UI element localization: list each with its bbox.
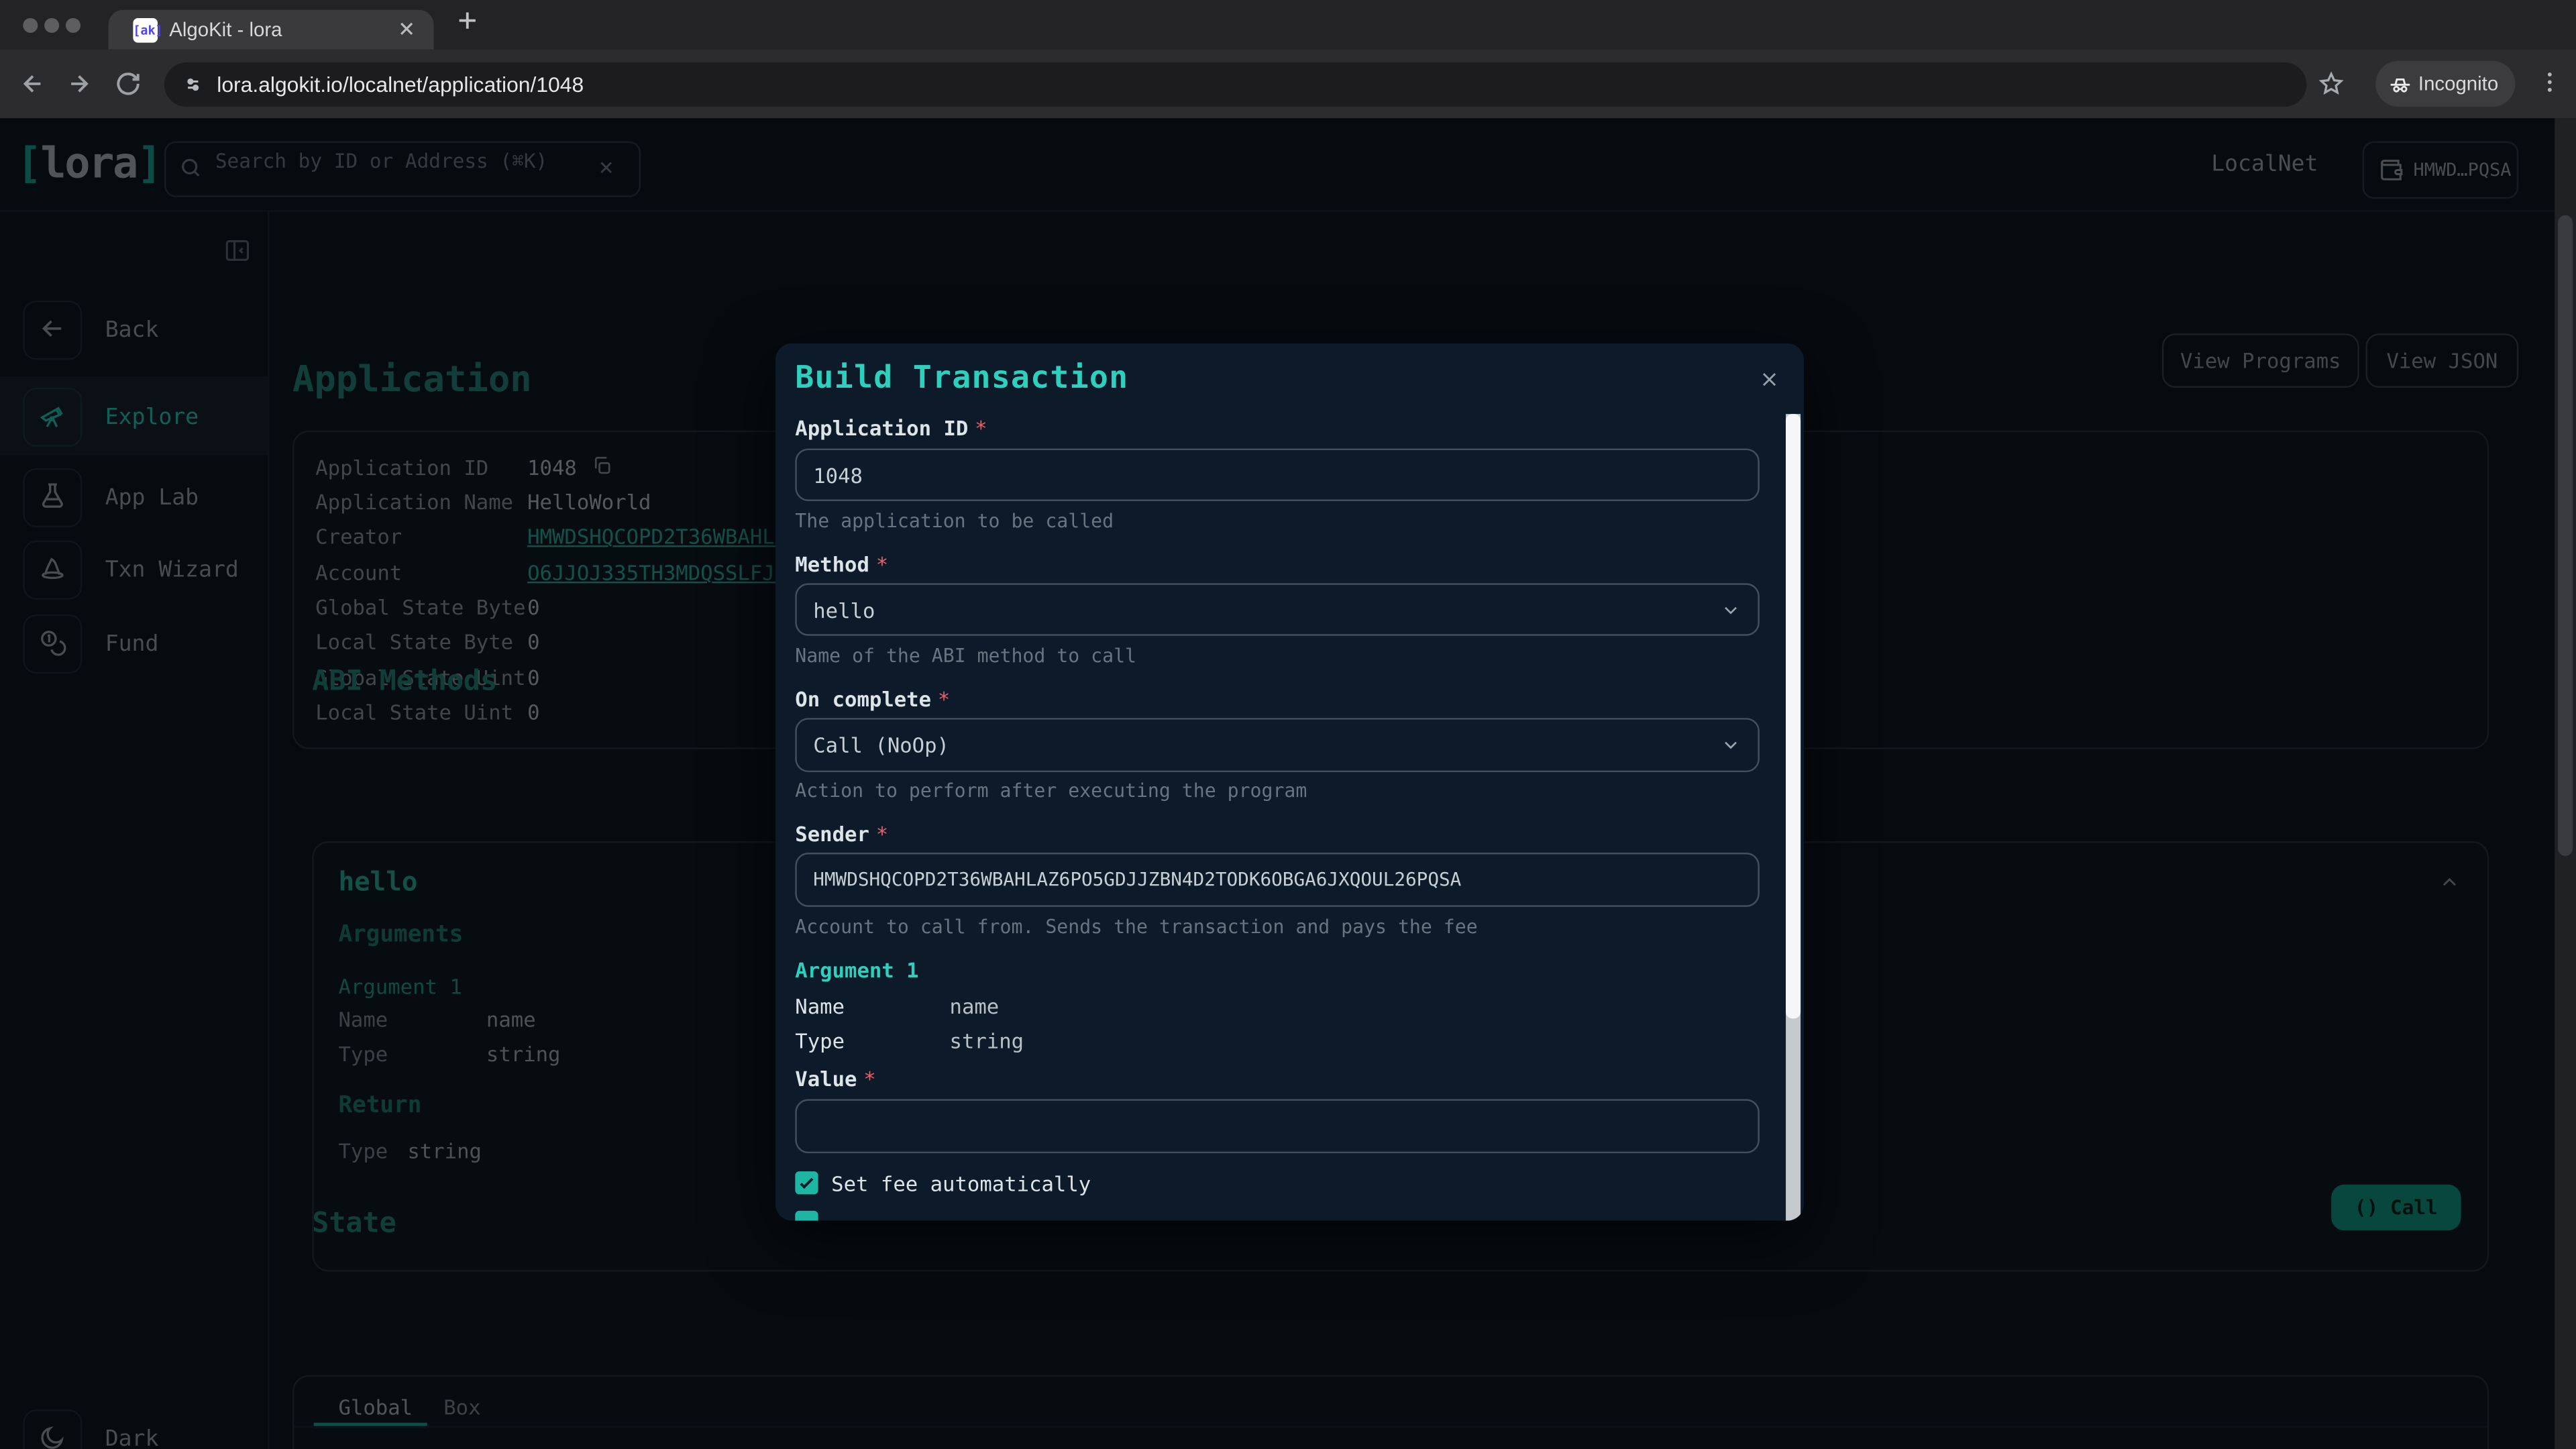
new-tab-icon[interactable] bbox=[453, 7, 482, 35]
on-complete-select-value: Call (NoOp) bbox=[813, 733, 949, 757]
field-help-on-complete: Action to perform after executing the pr… bbox=[795, 779, 1307, 802]
browser-tab-strip: [ak] AlgoKit - lora bbox=[0, 0, 2576, 49]
modal-close-icon[interactable] bbox=[1758, 368, 1780, 391]
screenshot-stage: [ak] AlgoKit - lora lora.algokit.io/loca… bbox=[0, 0, 2576, 1449]
browser-menu-icon[interactable] bbox=[2536, 69, 2563, 95]
chevron-down-icon bbox=[1720, 735, 1741, 756]
field-label-sender: Sender* bbox=[795, 821, 888, 846]
sender-input-field[interactable] bbox=[797, 854, 1727, 905]
field-label-method: Method* bbox=[795, 552, 888, 577]
method-select[interactable]: hello bbox=[795, 583, 1760, 635]
back-icon[interactable] bbox=[19, 70, 46, 97]
sender-input[interactable] bbox=[795, 853, 1760, 907]
bookmark-star-icon[interactable] bbox=[2318, 70, 2345, 97]
traffic-light-close[interactable] bbox=[23, 18, 38, 33]
set-fee-label: Set fee automatically bbox=[831, 1171, 1091, 1196]
on-complete-select[interactable]: Call (NoOp) bbox=[795, 718, 1760, 772]
build-transaction-modal: Build Transaction Application ID* The ap… bbox=[775, 343, 1804, 1221]
field-label-application-id: Application ID* bbox=[795, 416, 987, 441]
application-id-input-field[interactable] bbox=[797, 450, 1727, 499]
incognito-label: Incognito bbox=[2418, 72, 2498, 95]
lora-app-page: [lora] LocalNet HMWD…PQSA bbox=[0, 118, 2555, 1449]
field-label-on-complete: On complete* bbox=[795, 687, 950, 712]
browser-window: [ak] AlgoKit - lora lora.algokit.io/loca… bbox=[0, 0, 2576, 1449]
modal-scrollbar-thumb[interactable] bbox=[1786, 414, 1801, 1018]
field-help-application-id: The application to be called bbox=[795, 509, 1114, 532]
reload-icon[interactable] bbox=[115, 70, 141, 97]
argument-type-row: Typestring bbox=[795, 1028, 1024, 1053]
application-id-input[interactable] bbox=[795, 449, 1760, 501]
traffic-light-minimize[interactable] bbox=[44, 18, 59, 33]
url-text: lora.algokit.io/localnet/application/104… bbox=[217, 72, 584, 97]
url-bar[interactable]: lora.algokit.io/localnet/application/104… bbox=[164, 62, 2306, 106]
chevron-down-icon bbox=[1720, 600, 1741, 621]
modal-title: Build Transaction bbox=[795, 360, 1128, 396]
set-fee-checkbox[interactable] bbox=[795, 1171, 818, 1194]
argument-name-row: Namename bbox=[795, 994, 999, 1019]
forward-icon[interactable] bbox=[66, 70, 92, 97]
browser-tab[interactable]: [ak] AlgoKit - lora bbox=[109, 10, 434, 50]
modal-scrollbar[interactable] bbox=[1786, 414, 1801, 1220]
window-scrollbar-thumb[interactable] bbox=[2558, 215, 2573, 856]
value-input[interactable] bbox=[795, 1099, 1760, 1153]
field-label-value: Value* bbox=[795, 1066, 875, 1091]
field-help-sender: Account to call from. Sends the transact… bbox=[795, 915, 1477, 938]
field-help-method: Name of the ABI method to call bbox=[795, 644, 1136, 667]
value-input-field[interactable] bbox=[797, 1101, 1727, 1152]
traffic-light-zoom[interactable] bbox=[66, 18, 80, 33]
window-scrollbar[interactable] bbox=[2555, 118, 2576, 1449]
site-settings-icon[interactable] bbox=[180, 72, 205, 97]
incognito-badge: Incognito bbox=[2375, 61, 2515, 107]
tab-close-icon[interactable] bbox=[396, 18, 417, 40]
clipped-checkbox[interactable] bbox=[795, 1211, 818, 1221]
tab-title: AlgoKit - lora bbox=[169, 18, 282, 41]
argument-heading: Argument 1 bbox=[795, 958, 918, 983]
method-select-value: hello bbox=[813, 598, 875, 623]
incognito-icon bbox=[2389, 72, 2412, 95]
tab-favicon: [ak] bbox=[133, 17, 158, 42]
browser-toolbar: lora.algokit.io/localnet/application/104… bbox=[0, 49, 2576, 118]
